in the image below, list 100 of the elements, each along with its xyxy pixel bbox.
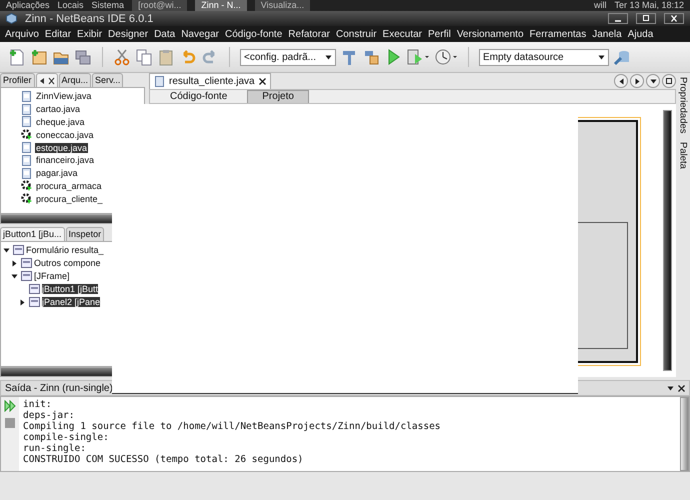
panel-tab[interactable]: Arqu... (58, 73, 92, 87)
taskbar-button[interactable]: Zinn - N... (195, 0, 247, 11)
menu-item[interactable]: Ajuda (628, 28, 654, 40)
collapsed-arrow-icon[interactable] (11, 260, 18, 266)
clock: Ter 13 Mai, 18:12 (614, 0, 684, 11)
vertical-scrollbar[interactable] (680, 397, 689, 471)
file-item[interactable]: procura_armaca (35, 180, 103, 191)
scroll-left-button[interactable] (614, 74, 628, 88)
datasource-dropdown[interactable]: Empty datasource (479, 48, 609, 66)
file-item[interactable]: cartao.java (35, 104, 82, 114)
menu-item[interactable]: Ferramentas (530, 28, 586, 40)
form-file-icon (21, 154, 32, 166)
view-toggle[interactable]: Código-fonte (156, 91, 242, 103)
profile-icon[interactable] (434, 48, 458, 66)
menu-item[interactable]: Navegar (181, 28, 220, 40)
vertical-scrollbar[interactable] (663, 110, 672, 371)
gear-icon (21, 193, 32, 204)
form-file-icon (154, 76, 165, 87)
new-project-icon[interactable] (30, 48, 48, 66)
taskbar-button[interactable]: [root@wi... (132, 0, 188, 11)
database-icon[interactable] (613, 48, 631, 66)
editor-tab[interactable]: resulta_cliente.java (149, 73, 271, 89)
tree-item[interactable]: Outros compone (34, 258, 101, 268)
side-tab[interactable]: Paleta (678, 142, 688, 168)
menu-item[interactable]: Editar (44, 28, 72, 40)
tree-item[interactable]: Formulário resulta_ (26, 245, 104, 255)
component-icon (21, 258, 32, 268)
menu-item[interactable]: Perfil (428, 28, 451, 40)
expanded-arrow-icon[interactable] (3, 246, 10, 254)
output-line: CONSTRUIDO COM SUCESSO (tempo total: 26 segundos) (23, 454, 304, 465)
minimize-button[interactable] (608, 13, 628, 24)
maximize-button[interactable] (636, 13, 656, 24)
output-line: deps-jar: (23, 410, 76, 421)
file-item[interactable]: coneccao.java (35, 130, 95, 140)
gear-icon (21, 180, 32, 192)
menu-item[interactable]: Janela (592, 28, 622, 40)
component-icon (13, 245, 24, 255)
menu-item[interactable]: Executar (382, 28, 422, 40)
new-file-icon[interactable] (8, 48, 26, 66)
panel-menu[interactable]: Sistema (92, 0, 124, 11)
menu-item[interactable]: Refatorar (288, 28, 330, 40)
pin-close-icon[interactable] (38, 76, 55, 84)
menu-icon[interactable] (667, 384, 674, 392)
gear-icon (21, 129, 32, 140)
output-line: run-single: (23, 443, 87, 454)
output-title: Saída - Zinn (run-single) (5, 382, 113, 394)
file-item[interactable]: pagar.java (35, 168, 79, 178)
collapsed-arrow-icon[interactable] (19, 298, 26, 306)
panel-menu[interactable]: Locais (58, 0, 84, 11)
caret-icon (598, 54, 605, 60)
menu-item[interactable]: Exibir (77, 28, 102, 40)
tab-list-button[interactable] (646, 74, 660, 88)
menu-item[interactable]: Versionamento (456, 28, 524, 40)
panel-tab[interactable]: Profiler (0, 73, 35, 87)
component-icon (29, 284, 40, 294)
panel-tab[interactable]: jButton1 [jBu... (0, 226, 65, 240)
down-arrow-icon[interactable] (650, 78, 656, 84)
taskbar-button[interactable]: Visualiza... (254, 0, 310, 11)
menu-item[interactable]: Construir (336, 28, 377, 40)
windows-icon[interactable] (74, 48, 92, 66)
expanded-arrow-icon[interactable] (11, 272, 18, 280)
form-file-icon (21, 168, 32, 179)
panel-tab[interactable] (36, 73, 58, 87)
rerun-icon[interactable] (4, 400, 16, 412)
file-item[interactable]: cheque.java (35, 116, 86, 127)
panel-tab[interactable]: Inspetor (66, 226, 104, 240)
maximize-button[interactable] (662, 74, 676, 88)
left-arrow-icon[interactable] (618, 78, 624, 84)
close-icon[interactable] (678, 384, 685, 392)
tree-item[interactable]: jPanel2 [jPane (42, 297, 100, 307)
hammer-icon[interactable] (340, 48, 358, 66)
copy-icon[interactable] (135, 48, 153, 66)
file-item[interactable]: estoque.java (35, 142, 88, 153)
menu-item[interactable]: Data (154, 28, 176, 40)
panel-tab[interactable]: Serv... (92, 73, 124, 87)
view-toggle[interactable]: Projeto (247, 90, 309, 103)
menu-item[interactable]: Designer (108, 28, 148, 40)
cut-icon[interactable] (113, 48, 131, 66)
component-icon (29, 297, 40, 307)
tree-item[interactable]: jButton1 [jButt (42, 284, 98, 294)
close-icon[interactable] (258, 78, 266, 85)
menu-item[interactable]: Arquivo (5, 28, 39, 40)
file-item[interactable]: ZinnView.java (35, 91, 92, 102)
menu-item[interactable]: Código-fonte (225, 28, 282, 40)
scroll-right-button[interactable] (630, 74, 644, 88)
debug-icon[interactable] (406, 48, 430, 66)
form-file-icon (21, 116, 32, 128)
side-tab[interactable]: Propriedades (678, 77, 688, 134)
file-item[interactable]: financeiro.java (35, 155, 96, 166)
right-arrow-icon[interactable] (634, 78, 640, 84)
close-button[interactable] (664, 13, 684, 24)
configuration-dropdown[interactable]: <config. padrã... (240, 48, 336, 66)
file-item[interactable]: procura_cliente_ (35, 194, 104, 204)
tree-item[interactable]: [JFrame] (34, 271, 70, 281)
panel-menu[interactable]: Aplicações (6, 0, 50, 11)
build-icon[interactable] (362, 48, 380, 66)
form-file-icon (21, 104, 32, 115)
window-title: Zinn - NetBeans IDE 6.0.1 (25, 12, 154, 24)
caret-icon (325, 54, 332, 60)
cube-icon (6, 13, 17, 24)
